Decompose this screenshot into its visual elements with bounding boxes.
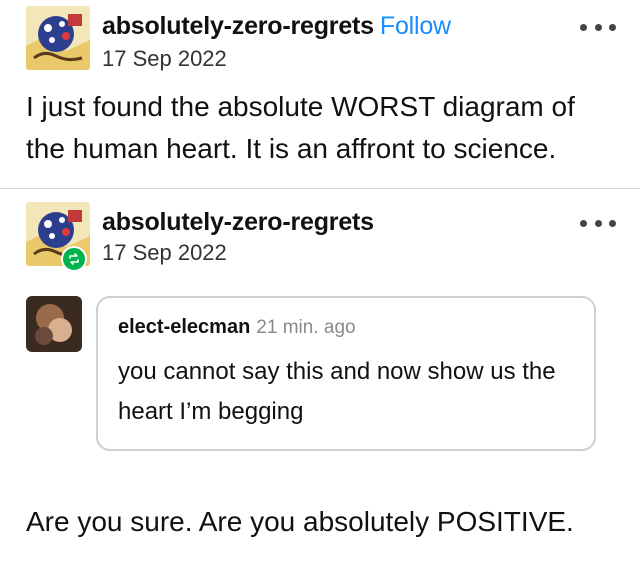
divider [0,188,640,189]
reply-username[interactable]: elect-elecman [118,316,250,338]
avatar[interactable] [26,6,90,70]
post-username[interactable]: absolutely-zero-regrets [102,208,374,237]
avatar-image [26,6,90,70]
username-text[interactable]: absolutely-zero-regrets [102,12,374,40]
post-date[interactable]: 17 Sep 2022 [102,240,227,266]
reblog-icon [61,246,87,272]
reply-bubble: elect-elecman 21 min. ago you cannot say … [96,296,596,451]
post-body: Are you sure. Are you absolutely POSITIV… [26,506,574,537]
reply-time: 21 min. ago [256,317,356,338]
reply-text: you cannot say this and now show us the … [118,358,556,425]
post-username[interactable]: absolutely-zero-regrets Follow [102,12,451,41]
reply-header: elect-elecman 21 min. ago [118,316,356,339]
follow-button[interactable]: Follow [380,12,451,40]
reply-avatar[interactable] [26,296,82,352]
post-date[interactable]: 17 Sep 2022 [102,46,227,72]
more-options-icon[interactable] [580,218,616,228]
post-body: I just found the absolute WORST diagram … [26,91,575,164]
reply-avatar-image [26,296,82,352]
more-options-icon[interactable] [580,22,616,32]
